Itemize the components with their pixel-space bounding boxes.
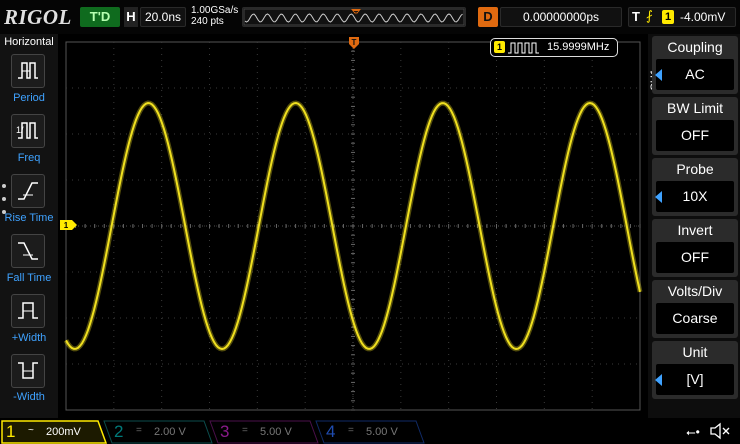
positive-width-icon (18, 302, 38, 319)
negative-width-label: -Width (13, 391, 45, 403)
timebase-label: H (124, 7, 138, 27)
frequency-icon: 1/ (16, 122, 38, 139)
rise-time-icon (18, 182, 38, 200)
timebase-value[interactable]: 20.0ns (140, 7, 186, 27)
ch2-coupling-icon: = (136, 425, 142, 436)
ch3-status-tab[interactable]: 3 = 5.00 V (216, 421, 316, 443)
menu-title: Coupling (667, 39, 723, 55)
ch4-scale: 5.00 V (366, 426, 398, 438)
left-arrow-icon (655, 69, 662, 81)
memory-overview-bar[interactable]: T (242, 7, 466, 27)
trigger-level: -4.00mV (680, 10, 726, 24)
sample-info: 1.00GSa/s 240 pts (191, 5, 238, 27)
waveform-display[interactable]: T 1 1 15.9999MHz (58, 34, 648, 418)
menu-value: [V] (656, 364, 734, 395)
horizontal-measure-panel: Horizontal Period 1/ Freq Rise Time Fall… (0, 34, 58, 418)
menu-volts-div[interactable]: Volts/Div Coarse (652, 280, 738, 338)
speaker-muted-icon[interactable] (708, 422, 732, 440)
frequency-button[interactable]: 1/ (11, 114, 45, 148)
svg-text:T: T (354, 11, 359, 18)
counter-channel-badge: 1 (494, 41, 505, 53)
frequency-value: 15.9999MHz (547, 41, 610, 53)
fall-time-button[interactable] (11, 234, 45, 268)
menu-title: Unit (682, 344, 708, 360)
trigger-label: T (632, 9, 640, 24)
memory-points: 240 pts (191, 16, 224, 27)
menu-probe[interactable]: Probe 10X (652, 158, 738, 216)
trigger-source-badge: 1 (662, 10, 674, 24)
menu-title: BW Limit (667, 100, 723, 116)
fall-time-icon (18, 242, 38, 260)
sample-rate: 1.00GSa/s (191, 5, 239, 16)
positive-width-label: +Width (11, 332, 47, 344)
positive-width-button[interactable] (11, 294, 45, 328)
rising-edge-icon: ⨏ (646, 8, 653, 23)
menu-title: Volts/Div (667, 283, 723, 299)
top-status-bar: RIGOL T'D H 20.0ns 1.00GSa/s 240 pts T D… (0, 0, 740, 34)
trigger-position-marker[interactable]: T (349, 37, 359, 49)
menu-unit[interactable]: Unit [V] (652, 341, 738, 399)
menu-value: 10X (656, 181, 734, 212)
menu-invert[interactable]: Invert OFF (652, 219, 738, 277)
ch1-coupling-icon: ~ (28, 425, 34, 436)
menu-coupling[interactable]: Coupling AC (652, 36, 738, 94)
period-button[interactable] (11, 54, 45, 88)
ch1-scale: 200mV (46, 426, 81, 438)
ch3-number: 3 (220, 422, 230, 441)
menu-value: Coarse (656, 303, 734, 334)
ch2-scale: 2.00 V (154, 426, 186, 438)
menu-value: AC (656, 59, 734, 90)
period-label: Period (13, 92, 45, 104)
negative-width-button[interactable] (11, 354, 45, 388)
channel-menu-panel: CH1 Coupling AC BW Limit OFF Probe 10X I… (648, 34, 740, 418)
fall-time-label: Fall Time (6, 272, 52, 284)
usb-icon: ⭠• (686, 425, 700, 439)
trigger-status-badge: T'D (80, 7, 120, 27)
panel-title: Horizontal (4, 36, 54, 48)
left-arrow-icon (655, 191, 662, 203)
menu-value: OFF (656, 242, 734, 273)
memory-waveform-icon: T (243, 8, 465, 26)
ch1-status-tab[interactable]: 1 ~ 200mV (2, 421, 102, 443)
menu-title: Invert (677, 222, 713, 238)
menu-title: Probe (676, 161, 714, 177)
svg-text:1/: 1/ (16, 125, 24, 135)
square-wave-icon (508, 42, 539, 54)
ch2-status-tab[interactable]: 2 = 2.00 V (110, 421, 210, 443)
frequency-label: Freq (17, 152, 41, 164)
waveform-grid: T 1 (60, 37, 643, 411)
menu-value: OFF (656, 120, 734, 151)
ch2-number: 2 (114, 422, 124, 441)
frequency-counter[interactable]: 1 15.9999MHz (490, 38, 618, 57)
ch4-number: 4 (326, 422, 336, 441)
rise-time-button[interactable] (11, 174, 45, 208)
rise-time-label: Rise Time (4, 212, 54, 224)
rigol-logo: RIGOL (4, 5, 72, 29)
ch4-coupling-icon: = (348, 425, 354, 436)
ch1-number: 1 (6, 422, 16, 441)
ch3-scale: 5.00 V (260, 426, 292, 438)
negative-width-icon (18, 362, 38, 379)
ch4-status-tab[interactable]: 4 = 5.00 V (322, 421, 422, 443)
ch3-coupling-icon: = (242, 425, 248, 436)
delay-value[interactable]: 0.00000000ps (500, 7, 622, 27)
channel-status-bar: 1 ~ 200mV 2 = 2.00 V 3 = 5.00 V 4 = 5.00… (0, 418, 740, 444)
ch1-offset-marker[interactable]: 1 (60, 220, 77, 230)
delay-label: D (478, 7, 498, 27)
ch1-marker-label: 1 (64, 221, 69, 230)
period-icon (18, 62, 38, 79)
left-arrow-icon (655, 374, 662, 386)
trigger-marker-label: T (352, 38, 357, 47)
menu-bw-limit[interactable]: BW Limit OFF (652, 97, 738, 155)
